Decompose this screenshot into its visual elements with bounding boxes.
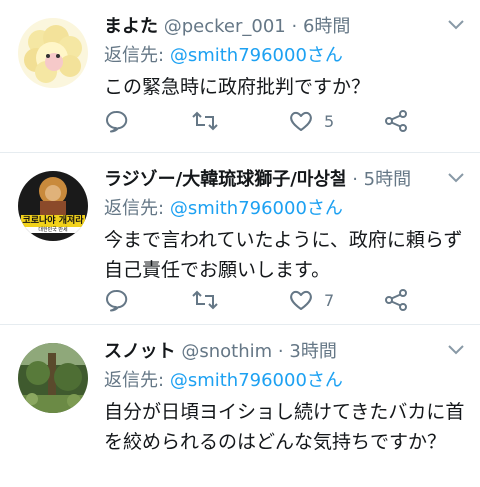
user-handle[interactable]: @snothim bbox=[181, 341, 272, 362]
display-name[interactable]: まよた bbox=[104, 16, 158, 37]
user-handle[interactable]: @pecker_001 bbox=[164, 16, 286, 37]
like-count: 5 bbox=[324, 111, 335, 131]
like-count: 7 bbox=[324, 290, 335, 310]
avatar[interactable] bbox=[18, 18, 88, 88]
display-name[interactable]: スノット bbox=[104, 341, 176, 362]
caret-down-icon[interactable] bbox=[446, 18, 466, 32]
share-button[interactable] bbox=[384, 108, 408, 134]
reply-icon bbox=[106, 110, 128, 133]
tweet-text: 自分が日頃ヨイショし続けてきたバカに首を絞められるのはどんな気持ちですか？ bbox=[104, 401, 465, 453]
retweet-icon bbox=[192, 111, 218, 131]
caret-down-icon[interactable] bbox=[446, 171, 466, 185]
reply-prefix: 返信先: bbox=[104, 370, 165, 391]
caret-down-icon[interactable] bbox=[446, 343, 466, 357]
tweet[interactable]: 코로나야 개져라 대한민국 만세 ラジゾー/大韓琉球獅子/마상철 · 5時間 返… bbox=[0, 153, 480, 325]
tweet-time[interactable]: 6時間 bbox=[303, 16, 350, 37]
reply-mention-link[interactable]: @smith796000さん bbox=[170, 370, 343, 391]
reply-prefix: 返信先: bbox=[104, 198, 165, 219]
tweet-time[interactable]: 3時間 bbox=[289, 341, 336, 362]
tweet-text: この緊急時に政府批判ですか？ bbox=[104, 76, 371, 98]
share-button[interactable] bbox=[384, 287, 408, 313]
like-icon bbox=[290, 111, 312, 131]
like-button[interactable]: 5 bbox=[288, 108, 334, 134]
tweet-text: 今まで言われていたように、政府に頼らず自己責任でお願いします。 bbox=[104, 229, 463, 281]
avatar[interactable]: 코로나야 개져라 대한민국 만세 bbox=[18, 171, 88, 241]
reply-mention-link[interactable]: @smith796000さん bbox=[170, 198, 343, 219]
tweet-time[interactable]: 5時間 bbox=[364, 169, 411, 190]
retweet-button[interactable] bbox=[192, 287, 218, 313]
display-name[interactable]: ラジゾー/大韓琉球獅子/마상철 bbox=[104, 169, 346, 190]
like-icon bbox=[290, 290, 312, 310]
tweet-actions: 5 bbox=[104, 108, 420, 134]
reply-button[interactable] bbox=[104, 108, 128, 134]
reply-context: 返信先: @smith796000さん bbox=[104, 367, 468, 395]
reply-context: 返信先: @smith796000さん bbox=[104, 42, 468, 70]
avatar[interactable] bbox=[18, 343, 88, 413]
tweet-actions: 7 bbox=[104, 287, 420, 313]
reply-mention-link[interactable]: @smith796000さん bbox=[170, 45, 343, 66]
retweet-icon bbox=[192, 290, 218, 310]
retweet-button[interactable] bbox=[192, 108, 218, 134]
reply-prefix: 返信先: bbox=[104, 45, 165, 66]
share-icon bbox=[385, 110, 407, 132]
avatar-subcaption: 대한민국 만세 bbox=[38, 227, 68, 233]
separator-dot: · bbox=[291, 16, 298, 37]
tweet[interactable]: スノット @snothim · 3時間 返信先: @smith796000さん … bbox=[0, 325, 480, 487]
separator-dot: · bbox=[352, 169, 358, 190]
reply-button[interactable] bbox=[104, 287, 128, 313]
reply-context: 返信先: @smith796000さん bbox=[104, 195, 468, 223]
like-button[interactable]: 7 bbox=[288, 287, 334, 313]
share-icon bbox=[385, 289, 407, 311]
tweet[interactable]: まよた @pecker_001 · 6時間 返信先: @smith796000さ… bbox=[0, 0, 480, 153]
reply-icon bbox=[106, 289, 128, 312]
separator-dot: · bbox=[277, 341, 284, 362]
